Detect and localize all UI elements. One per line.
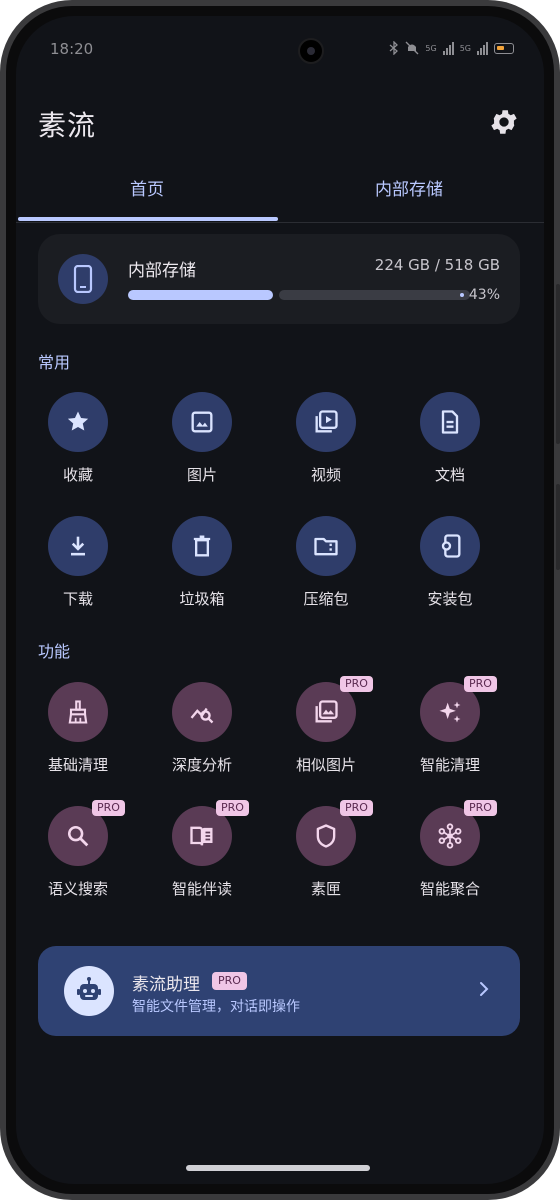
assistant-subtitle: 智能文件管理，对话即操作	[132, 999, 300, 1015]
broom-icon	[48, 682, 108, 742]
grid-item-label: 基础清理	[47, 756, 108, 774]
analysis-icon	[172, 682, 232, 742]
image-icon	[172, 392, 232, 452]
grid-item-shield[interactable]: PRO 素匣	[264, 800, 388, 916]
tab-home[interactable]: 首页	[16, 166, 278, 222]
grid-item-video[interactable]: 视频	[264, 392, 388, 502]
grid-item-label: 下载	[62, 590, 93, 608]
storage-progress-fill	[128, 290, 273, 300]
storage-progress-track	[279, 290, 470, 300]
trash-icon	[172, 516, 232, 576]
assistant-title: 素流助理	[132, 975, 200, 995]
mute-icon	[405, 41, 419, 55]
grid-item-broom[interactable]: 基础清理	[16, 682, 140, 792]
grid-item-image[interactable]: 图片	[140, 392, 264, 502]
status-bar: 18:20 5G 5G	[50, 38, 514, 64]
signal-icon	[442, 41, 454, 55]
home-indicator[interactable]	[186, 1165, 370, 1171]
pro-badge: PRO	[340, 676, 373, 692]
grid-item-document[interactable]: 文档	[388, 392, 512, 502]
bluetooth-icon	[389, 41, 399, 55]
storage-label: 内部存储	[128, 261, 196, 281]
grid-item-apk[interactable]: 安装包	[388, 516, 512, 626]
pro-badge: PRO	[464, 676, 497, 692]
grid-item-label: 智能清理	[419, 756, 480, 774]
assistant-pro-badge: PRO	[212, 972, 247, 990]
robot-icon	[64, 966, 114, 1016]
grid-item-hub[interactable]: PRO 智能聚合	[388, 800, 512, 916]
apk-icon	[420, 516, 480, 576]
battery-icon	[494, 42, 514, 54]
network-5g-right: 5G	[459, 43, 471, 53]
grid-item-trash[interactable]: 垃圾箱	[140, 516, 264, 626]
chevron-right-icon	[480, 982, 489, 996]
phone-icon	[58, 254, 108, 304]
tab-internal-storage[interactable]: 内部存储	[278, 166, 540, 222]
front-camera	[298, 38, 324, 64]
grid-item-analysis[interactable]: 深度分析	[140, 682, 264, 792]
volume-button	[556, 284, 560, 444]
power-button	[556, 484, 560, 570]
screen: 18:20 5G 5G 素流 首页 内部存储 内部存储 224 GB / 518…	[16, 16, 544, 1184]
status-time: 18:20	[50, 40, 94, 58]
storage-card[interactable]: 内部存储 224 GB / 518 GB 43%	[38, 234, 520, 324]
grid-item-label: 压缩包	[303, 590, 349, 608]
grid-item-label: 安装包	[427, 590, 473, 608]
pro-badge: PRO	[340, 800, 373, 816]
grid-item-archive[interactable]: 压缩包	[264, 516, 388, 626]
grid-item-label: 语义搜索	[47, 880, 108, 898]
archive-icon	[296, 516, 356, 576]
signal-icon-2	[477, 41, 488, 55]
grid-item-label: 视频	[310, 466, 341, 484]
grid-item-label: 收藏	[62, 466, 93, 484]
grid-item-download[interactable]: 下载	[16, 516, 140, 626]
video-icon	[296, 392, 356, 452]
document-icon	[420, 392, 480, 452]
section-common-title: 常用	[38, 353, 71, 372]
app-title: 素流	[38, 109, 97, 142]
star-icon	[48, 392, 108, 452]
grid-item-label: 深度分析	[171, 756, 232, 774]
grid-item-search[interactable]: PRO 语义搜索	[16, 800, 140, 916]
storage-size: 224 GB / 518 GB	[374, 256, 500, 274]
grid-item-book[interactable]: PRO 智能伴读	[140, 800, 264, 916]
storage-progress-bar	[128, 290, 470, 300]
grid-item-label: 相似图片	[295, 756, 356, 774]
pro-badge: PRO	[464, 800, 497, 816]
grid-item-label: 垃圾箱	[179, 590, 225, 608]
grid-item-label: 文档	[434, 466, 465, 484]
status-icons: 5G 5G	[389, 41, 514, 55]
storage-percent: 43%	[468, 287, 500, 303]
grid-item-label: 图片	[186, 466, 217, 484]
tab-indicator	[18, 217, 278, 221]
grid-item-label: 智能伴读	[171, 880, 232, 898]
network-5g-left: 5G	[425, 43, 437, 53]
pro-badge: PRO	[216, 800, 249, 816]
grid-item-label: 素匣	[310, 880, 341, 898]
section-features-title: 功能	[38, 642, 71, 661]
grid-item-star[interactable]: 收藏	[16, 392, 140, 502]
download-icon	[48, 516, 108, 576]
progress-end-dot	[460, 293, 464, 297]
grid-item-sparkle[interactable]: PRO 智能清理	[388, 676, 512, 792]
pro-badge: PRO	[92, 800, 125, 816]
grid-item-similar-images[interactable]: PRO 相似图片	[264, 676, 388, 792]
gear-icon[interactable]	[488, 106, 520, 138]
assistant-card[interactable]: 素流助理 PRO 智能文件管理，对话即操作	[38, 946, 520, 1036]
grid-item-label: 智能聚合	[419, 880, 480, 898]
phone-frame: 18:20 5G 5G 素流 首页 内部存储 内部存储 224 GB / 518…	[0, 0, 560, 1200]
tab-bar: 首页 内部存储	[16, 166, 544, 223]
